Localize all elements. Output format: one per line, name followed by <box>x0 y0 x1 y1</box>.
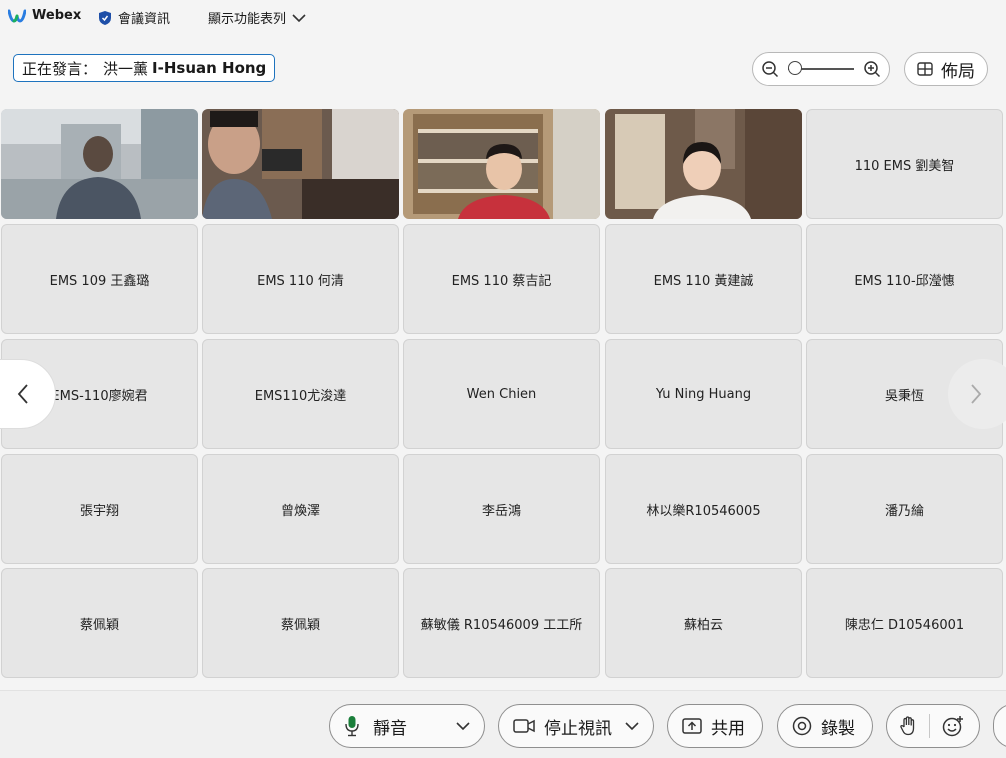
grid-layout-icon <box>917 62 933 76</box>
mute-label: 靜音 <box>373 718 407 739</box>
participant-tile[interactable]: EMS 110 蔡吉記 <box>403 224 600 334</box>
zoom-control <box>752 52 890 86</box>
shield-icon <box>99 10 111 25</box>
app-name: Webex <box>32 8 82 23</box>
title-bar: Webex 會議資訊 顯示功能表列 <box>0 0 1006 36</box>
participant-video <box>403 109 600 219</box>
app-brand: Webex <box>8 8 81 23</box>
participant-tile[interactable] <box>403 109 600 219</box>
participant-tile[interactable] <box>605 109 802 219</box>
participant-name: EMS 110-邱瀅憓 <box>854 273 955 289</box>
raise-hand-icon[interactable] <box>899 716 917 736</box>
participant-name: EMS 110 黃建誠 <box>653 273 754 289</box>
participant-tile[interactable]: 蔡佩穎 <box>202 568 399 678</box>
stop-video-label: 停止視訊 <box>544 718 612 739</box>
participant-tile[interactable]: Yu Ning Huang <box>605 339 802 449</box>
more-options-button[interactable] <box>993 704 1006 748</box>
chevron-down-icon <box>292 13 306 22</box>
share-button[interactable]: 共用 <box>667 704 763 748</box>
chevron-right-icon <box>971 384 982 404</box>
participant-name: Yu Ning Huang <box>655 386 752 402</box>
participant-tile[interactable]: 李岳鴻 <box>403 454 600 564</box>
participant-name: 曾煥澤 <box>280 503 320 519</box>
zoom-out-icon[interactable] <box>761 60 779 78</box>
participant-tile[interactable]: 陳忠仁 D10546001 <box>806 568 1003 678</box>
participant-name: 潘乃綸 <box>884 503 924 519</box>
show-menu-bar-button[interactable]: 顯示功能表列 <box>208 8 306 27</box>
participant-tile[interactable]: EMS 110-邱瀅憓 <box>806 224 1003 334</box>
reactions-group <box>886 704 980 748</box>
share-label: 共用 <box>711 718 745 739</box>
participant-tile[interactable]: 曾煥澤 <box>202 454 399 564</box>
participant-name: EMS 109 王鑫璐 <box>49 273 150 289</box>
meeting-info-button[interactable]: 會議資訊 <box>98 8 170 27</box>
participant-tile[interactable]: 潘乃綸 <box>806 454 1003 564</box>
mute-button[interactable]: 靜音 <box>329 704 485 748</box>
zoom-slider[interactable] <box>788 61 854 77</box>
webex-logo-icon <box>8 9 26 23</box>
participant-tile[interactable]: 110 EMS 劉美智 <box>806 109 1003 219</box>
emoji-icon[interactable] <box>942 715 964 737</box>
participant-tile[interactable]: EMS 110 黃建誠 <box>605 224 802 334</box>
zoom-in-icon[interactable] <box>863 60 881 78</box>
zoom-slider-knob[interactable] <box>788 61 802 75</box>
participant-video <box>1 109 198 219</box>
participant-name: 蘇柏云 <box>683 617 723 633</box>
active-speaker-indicator: 正在發言： 洪一薰 I-Hsuan Hong <box>13 54 276 82</box>
record-icon <box>792 716 812 736</box>
participant-tile[interactable]: Wen Chien <box>403 339 600 449</box>
chevron-down-icon[interactable] <box>456 721 470 731</box>
show-menu-label: 顯示功能表列 <box>208 12 287 27</box>
participant-tile[interactable]: EMS110尤浚達 <box>202 339 399 449</box>
participant-name: EMS-110廖婉君 <box>51 388 148 404</box>
microphone-icon <box>345 716 359 737</box>
participant-tile[interactable]: 張宇翔 <box>1 454 198 564</box>
participant-name: 張宇翔 <box>79 503 119 519</box>
participant-tile[interactable]: 蘇柏云 <box>605 568 802 678</box>
participant-tile[interactable]: 蔡佩穎 <box>1 568 198 678</box>
participant-tile[interactable]: EMS 109 王鑫璐 <box>1 224 198 334</box>
meeting-controls-bar: 靜音 停止視訊 共用 錄製 <box>0 690 1006 758</box>
participant-name: EMS110尤浚達 <box>254 388 347 404</box>
participant-tile[interactable]: 蘇敏儀 R10546009 工工所 <box>403 568 600 678</box>
participant-name: 蘇敏儀 R10546009 工工所 <box>420 617 583 633</box>
chevron-left-icon <box>17 384 28 404</box>
meeting-info-label: 會議資訊 <box>118 12 171 27</box>
participant-name: EMS 110 蔡吉記 <box>451 273 552 289</box>
speaker-name-en: I-Hsuan Hong <box>152 59 267 77</box>
participant-tile[interactable] <box>1 109 198 219</box>
participant-name: 110 EMS 劉美智 <box>854 158 955 174</box>
participant-video <box>202 109 399 219</box>
participant-name: 吳秉恆 <box>884 388 924 404</box>
record-label: 錄製 <box>821 718 855 739</box>
participant-tile[interactable]: 林以樂R10546005 <box>605 454 802 564</box>
participant-tile[interactable] <box>202 109 399 219</box>
participant-name: EMS 110 何清 <box>257 273 344 289</box>
chevron-down-icon[interactable] <box>625 721 639 731</box>
participant-name: 蔡佩穎 <box>79 617 119 633</box>
speaker-prefix: 正在發言： <box>22 59 98 78</box>
participant-name: Wen Chien <box>466 386 537 402</box>
camera-icon <box>513 719 535 733</box>
layout-label: 佈局 <box>941 61 975 82</box>
record-button[interactable]: 錄製 <box>777 704 873 748</box>
participant-name: 蔡佩穎 <box>280 617 320 633</box>
participant-video <box>605 109 802 219</box>
participant-name: 林以樂R10546005 <box>646 503 761 519</box>
reactions-divider <box>929 714 930 738</box>
participant-name: 李岳鴻 <box>481 503 521 519</box>
participant-tile[interactable]: EMS 110 何清 <box>202 224 399 334</box>
participant-name: 陳忠仁 D10546001 <box>844 617 965 633</box>
stop-video-button[interactable]: 停止視訊 <box>498 704 654 748</box>
layout-button[interactable]: 佈局 <box>904 52 988 86</box>
share-icon <box>682 718 702 734</box>
speaker-name-cn: 洪一薰 <box>103 59 149 78</box>
